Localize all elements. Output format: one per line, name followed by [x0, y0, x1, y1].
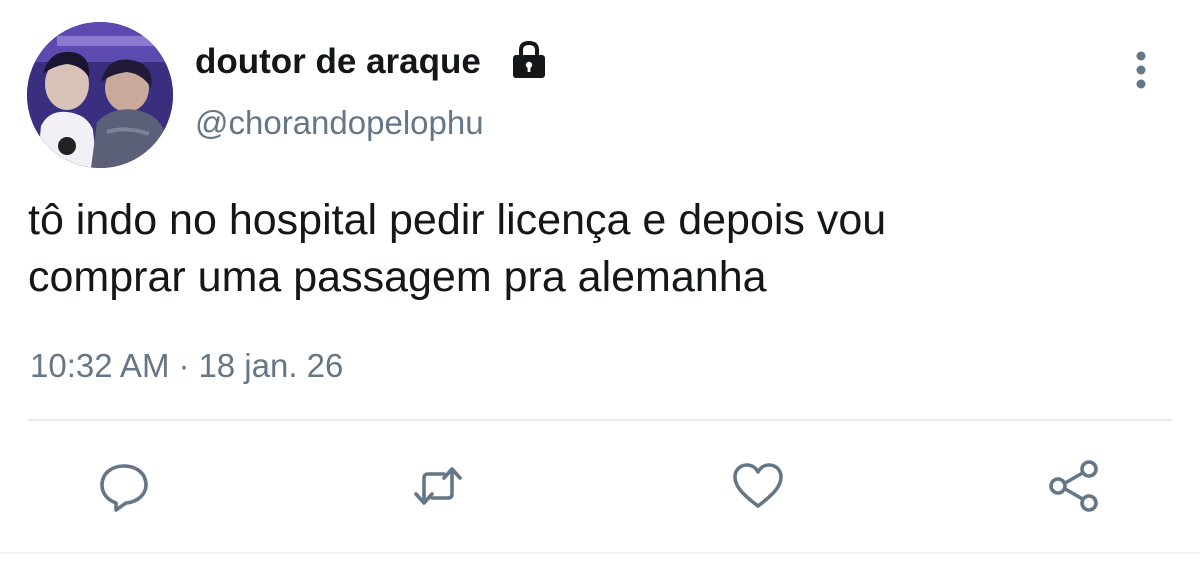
- avatar-photo: [27, 22, 173, 168]
- share-button[interactable]: [1046, 458, 1102, 514]
- user-handle[interactable]: @chorandopelophu: [195, 101, 484, 145]
- display-name[interactable]: doutor de araque: [195, 40, 481, 84]
- tweet-time: 10:32 AM: [30, 347, 170, 384]
- divider: [28, 419, 1172, 421]
- avatar[interactable]: [27, 22, 173, 168]
- tweet-card: doutor de araque @chorandopelophu tô ind…: [0, 0, 1200, 572]
- tweet-text-line: tô indo no hospital pedir licença e depo…: [28, 196, 887, 244]
- tweet-text-line: comprar uma passagem pra alemanha: [28, 253, 767, 301]
- tweet-timestamp[interactable]: 10:32 AM · 18 jan. 26: [30, 344, 343, 388]
- retweet-button[interactable]: [410, 458, 466, 514]
- reply-button[interactable]: [96, 458, 152, 514]
- meta-separator: ·: [178, 347, 190, 384]
- retweet-icon: [414, 467, 462, 505]
- share-icon: [1049, 460, 1098, 512]
- reply-icon: [100, 464, 148, 512]
- like-button[interactable]: [730, 458, 786, 514]
- lock-icon: [513, 40, 545, 78]
- more-options-icon[interactable]: [1124, 46, 1158, 94]
- heart-icon: [733, 463, 783, 508]
- tweet-date: 18 jan. 26: [198, 347, 344, 384]
- bottom-divider: [0, 552, 1200, 554]
- tweet-text: tô indo no hospital pedir licença e depo…: [28, 192, 1158, 306]
